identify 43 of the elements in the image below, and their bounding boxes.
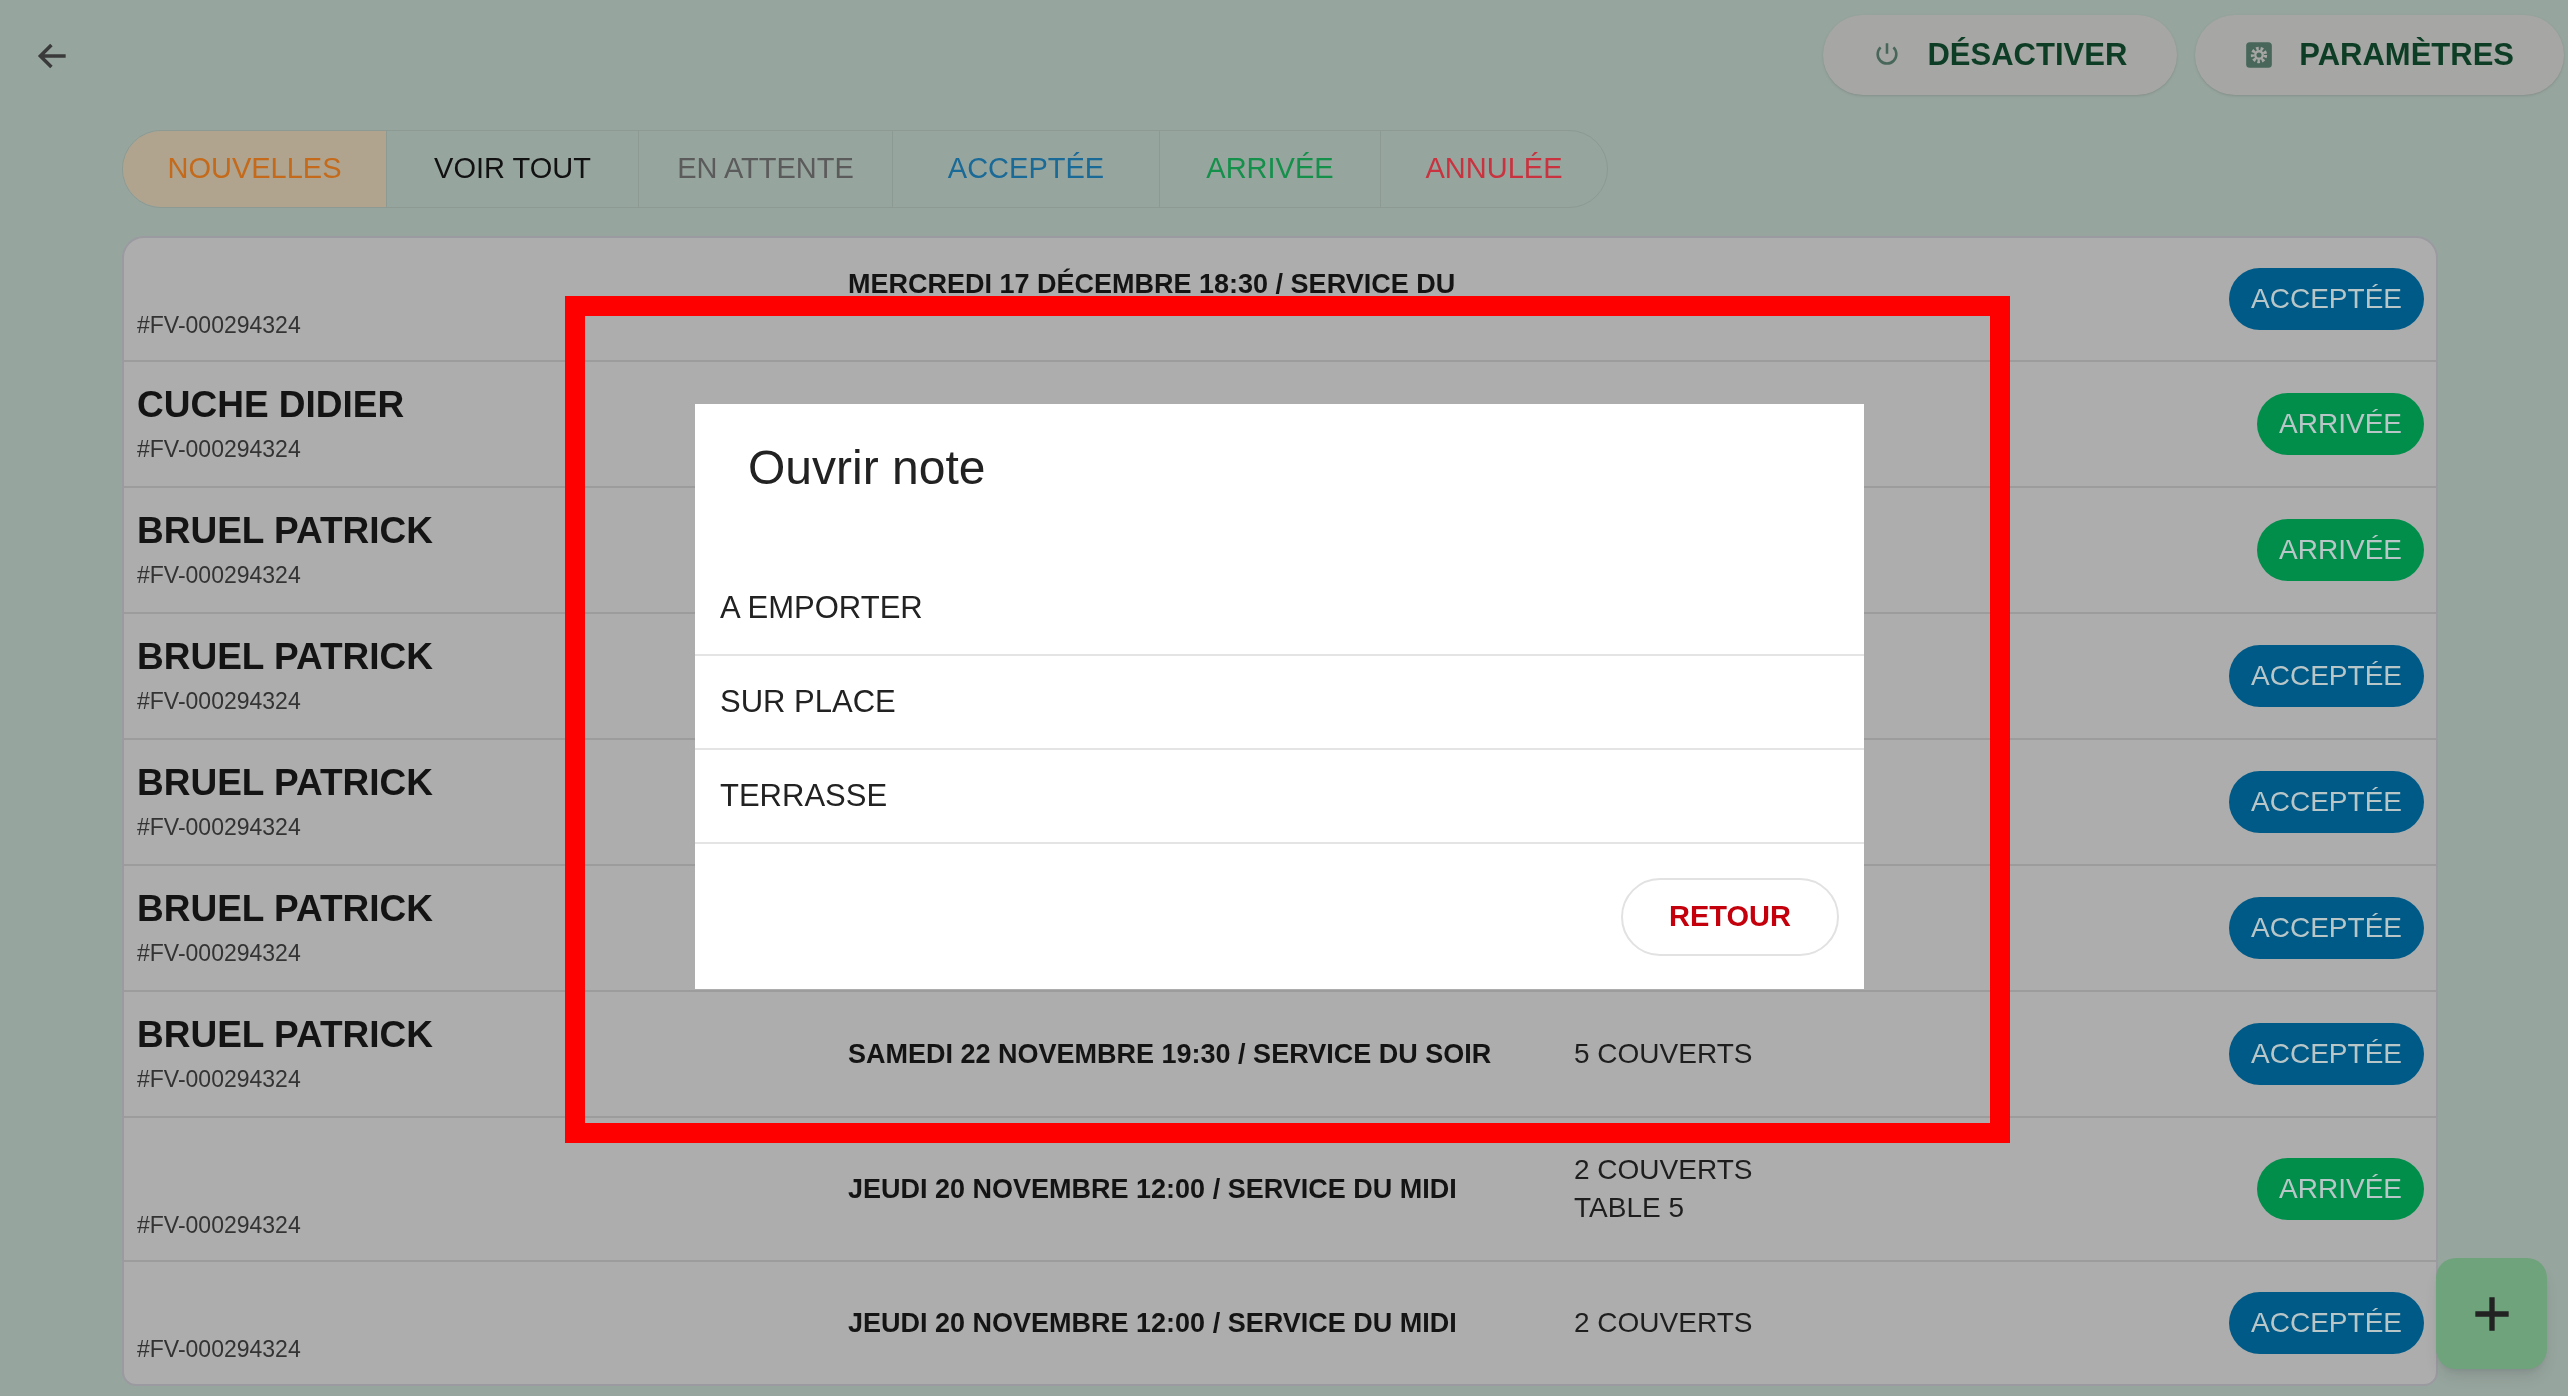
dialog-title: Ouvrir note [748,444,987,492]
status-badge: ACCEPTÉE [2229,897,2424,959]
guest-name: BRUEL PATRICK [137,760,433,805]
settings-icon [2245,41,2274,69]
covers-text: 2 COUVERTS [1574,1306,1754,1340]
reservation-ref: #FV-000294324 [137,1210,301,1240]
reservation-date: MERCREDI 17 DÉCEMBRE 18:30 / SERVICE DU [848,267,1456,301]
reservation-ref: #FV-000294324 [137,812,301,842]
reservation-ref: #FV-000294324 [137,1334,301,1364]
reservation-ref: #FV-000294324 [137,686,301,716]
reservation-date: JEUDI 20 NOVEMBRE 12:00 / SERVICE DU MIDI [848,1307,1457,1340]
guest-name: CUCHE DIDIER [137,382,405,427]
filter-tab[interactable]: VOIR TOUT [387,131,639,207]
reservation-ref: #FV-000294324 [137,560,301,590]
reservation-ref: #FV-000294324 [137,938,301,968]
settings-button[interactable]: PARAMÈTRES [2195,15,2564,95]
status-badge: ACCEPTÉE [2229,645,2424,707]
status-badge: ARRIVÉE [2257,1158,2424,1220]
status-badge: ACCEPTÉE [2229,268,2424,330]
deactivate-button[interactable]: DÉSACTIVER [1823,15,2178,95]
filter-tab[interactable]: EN ATTENTE [639,131,893,207]
guest-name: BRUEL PATRICK [137,886,433,931]
guest-name: BRUEL PATRICK [137,634,433,679]
note-option[interactable]: SUR PLACE [695,656,1864,750]
status-badge: ACCEPTÉE [2229,1023,2424,1085]
status-badge: ARRIVÉE [2257,393,2424,455]
note-option[interactable]: A EMPORTER [695,562,1864,656]
status-badge: ARRIVÉE [2257,519,2424,581]
covers-text: 2 COUVERTS [1574,1153,1754,1187]
reservation-ref: #FV-000294324 [137,1064,301,1094]
covers-text: 5 COUVERTS [1574,1037,1754,1071]
back-button[interactable]: RETOUR [1621,878,1839,956]
guest-name: BRUEL PATRICK [137,1012,433,1057]
reservation-ref: #FV-000294324 [137,434,301,464]
add-button[interactable] [2436,1258,2547,1369]
status-badge: ACCEPTÉE [2229,1292,2424,1354]
note-option[interactable]: TERRASSE [695,750,1864,844]
covers-text: TABLE 5 [1574,1191,1685,1225]
guest-name: BRUEL PATRICK [137,508,433,553]
reservation-date: JEUDI 20 NOVEMBRE 12:00 / SERVICE DU MIDI [848,1173,1457,1206]
reservation-ref: #FV-000294324 [137,310,301,340]
status-badge: ACCEPTÉE [2229,771,2424,833]
reservation-date: SAMEDI 22 NOVEMBRE 19:30 / SERVICE DU SOIR [848,1038,1492,1071]
